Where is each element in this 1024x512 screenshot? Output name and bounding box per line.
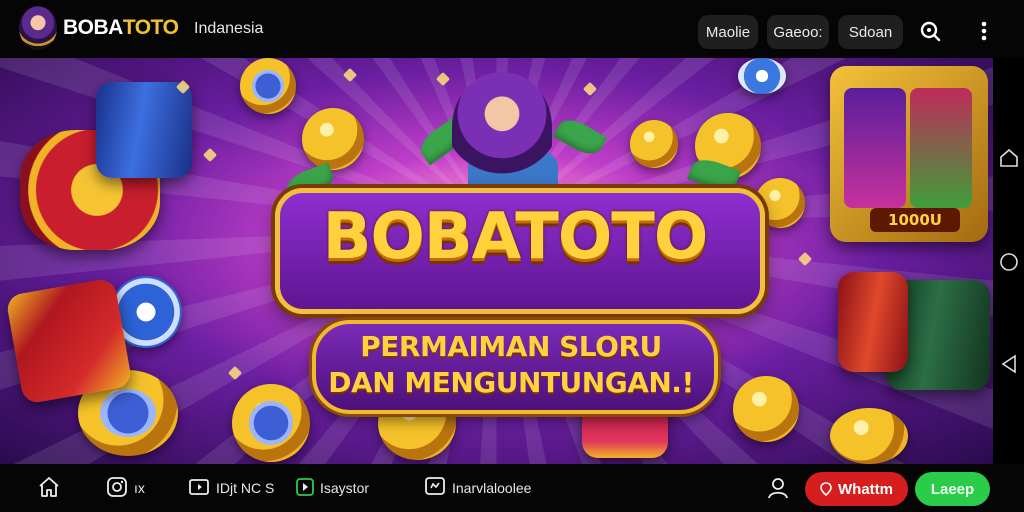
system-nav-rail [993,58,1024,464]
hero-title: BOBATOTO [322,200,709,274]
slot-machine: 1000U [830,66,988,242]
brand-logo[interactable]: BOBATOTO [63,16,179,40]
gold-coin [830,408,908,464]
nav-instagram-label: ıx [134,480,145,496]
nav-video[interactable]: IDjt NC S [188,476,274,500]
mobile-button[interactable]: Maolie [698,15,758,49]
nav-instagram[interactable]: ıx [106,476,145,500]
profile-button[interactable] [766,477,790,501]
nav-home[interactable] [37,476,61,500]
brand-prefix: BOBA [63,16,123,39]
nav-playstore[interactable]: Isaystor [296,476,369,500]
logo-avatar[interactable] [19,6,57,50]
nav-chat-label: Inarvlaloolee [452,480,532,496]
gold-coin [733,376,799,442]
hero-subtitle-line1: PERMAIMAN SLORU [360,330,662,363]
top-bar: BOBATOTO Indanesia Maolie Gaeoo: Sdoan [0,0,1024,58]
location-pin-icon [820,482,832,496]
red-barrel [838,272,908,372]
back-triangle-icon[interactable] [997,352,1021,376]
home-icon [37,476,61,501]
saldo-button[interactable]: Sdoan [838,15,903,49]
login-button[interactable]: Laeep [915,472,990,506]
search-icon[interactable] [916,17,944,45]
gold-coin [630,120,678,168]
user-icon [766,476,790,503]
mascot-character [452,72,552,182]
gold-coin [240,58,296,114]
home-outline-icon[interactable] [997,146,1021,170]
slot-reel [910,88,972,208]
blue-barrel [96,82,192,178]
games-button[interactable]: Gaeoo: [767,15,829,49]
gold-coin [232,384,310,462]
circle-icon[interactable] [997,250,1021,274]
gold-coin [302,108,364,170]
nav-playstore-label: Isaystor [320,480,370,496]
brand-suffix: TOTO [122,16,179,39]
instagram-icon [106,476,128,501]
chat-square-icon [424,476,446,501]
play-square-icon [296,477,314,499]
whatsapp-button[interactable]: Whattm [805,472,908,506]
red-slot-chest [5,277,133,405]
more-vertical-icon[interactable] [970,17,998,45]
slot-badge: 1000U [870,208,960,232]
blue-chip [738,58,786,94]
slot-reel [844,88,906,208]
video-icon [188,477,210,500]
nav-chat[interactable]: Inarvlaloolee [424,476,531,500]
whatsapp-label: Whattm [838,480,893,498]
hero-subtitle-line2: DAN MENGUNTUNGAN.! [328,366,694,399]
nav-video-label: IDjt NC S [216,480,275,496]
hero-banner[interactable]: 1000U BOBATOTO PERMAIMAN SLORU DAN MENGU… [0,58,993,464]
region-label: Indanesia [194,20,264,37]
bottom-nav: ıx IDjt NC S Isaystor Inarvlaloolee What… [0,464,1024,512]
